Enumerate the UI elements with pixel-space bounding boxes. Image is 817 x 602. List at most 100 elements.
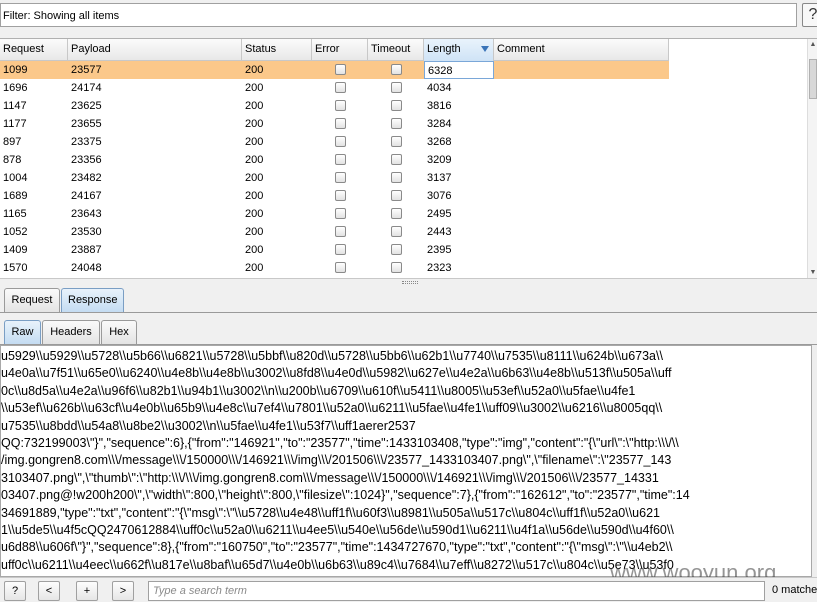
table-row[interactable]: 1165 23643 200 2495 — [0, 205, 669, 223]
filter-help-button[interactable]: ? — [802, 3, 817, 27]
cell-payload: 23530 — [71, 226, 102, 238]
timeout-checkbox[interactable] — [391, 118, 402, 129]
error-checkbox[interactable] — [335, 118, 346, 129]
cell-payload: 23356 — [71, 154, 102, 166]
editor-scrollbar[interactable] — [812, 345, 817, 577]
cell-request: 1696 — [3, 82, 28, 94]
cell-comment — [494, 151, 669, 169]
table-row[interactable]: 1570 24048 200 2323 — [0, 259, 669, 277]
search-input[interactable]: Type a search term — [148, 581, 765, 601]
cell-status: 200 — [245, 118, 264, 130]
error-checkbox[interactable] — [335, 136, 346, 147]
timeout-checkbox[interactable] — [391, 244, 402, 255]
table-row[interactable]: 1052 23530 200 2443 — [0, 223, 669, 241]
cell-length: 4034 — [427, 82, 452, 94]
table-row[interactable]: 878 23356 200 3209 — [0, 151, 669, 169]
cell-status: 200 — [245, 154, 264, 166]
timeout-checkbox[interactable] — [391, 262, 402, 273]
search-bar: ? < + > Type a search term 0 matches — [0, 577, 817, 602]
table-row[interactable]: 1696 24174 200 4034 — [0, 79, 669, 97]
cell-status: 200 — [245, 262, 264, 274]
tab-headers[interactable]: Headers — [42, 320, 100, 344]
error-checkbox[interactable] — [335, 226, 346, 237]
timeout-checkbox[interactable] — [391, 190, 402, 201]
cell-comment — [494, 79, 669, 97]
cell-request: 1689 — [3, 190, 28, 202]
column-header-status[interactable]: Status — [242, 39, 312, 61]
cell-comment — [494, 187, 669, 205]
error-checkbox[interactable] — [335, 244, 346, 255]
table-scrollbar[interactable]: ▲ ▼ — [807, 39, 817, 279]
tab-hex[interactable]: Hex — [101, 320, 137, 344]
timeout-checkbox[interactable] — [391, 136, 402, 147]
splitter-grip-icon[interactable] — [402, 281, 418, 284]
column-header-payload[interactable]: Payload — [68, 39, 242, 61]
cell-payload: 23643 — [71, 208, 102, 220]
cell-comment — [494, 169, 669, 187]
timeout-checkbox[interactable] — [391, 82, 402, 93]
cell-comment — [494, 205, 669, 223]
cell-payload: 23625 — [71, 100, 102, 112]
timeout-checkbox[interactable] — [391, 172, 402, 183]
cell-payload: 23375 — [71, 136, 102, 148]
raw-response-editor[interactable]: u5929\\u5929\\u5728\\u5b66\\u6821\\u5728… — [0, 345, 812, 577]
content-line: 0c\\u8d5a\\u4e2a\\u96f6\\u82b1\\u94b1\\u… — [1, 383, 636, 398]
table-row[interactable]: 1409 23887 200 2395 — [0, 241, 669, 259]
content-line: u4e0a\\u7f51\\u65e0\\u6240\\u4e8b\\u4e8b… — [1, 366, 672, 381]
cell-comment — [494, 133, 669, 151]
scroll-up-icon[interactable]: ▲ — [808, 39, 817, 51]
timeout-checkbox[interactable] — [391, 208, 402, 219]
tab-request[interactable]: Request — [4, 288, 60, 312]
pane-splitter[interactable] — [0, 278, 817, 286]
table-row[interactable]: 1689 24167 200 3076 — [0, 187, 669, 205]
table-row[interactable]: 1177 23655 200 3284 — [0, 115, 669, 133]
tab-response[interactable]: Response — [61, 288, 124, 312]
add-search-button[interactable]: + — [76, 581, 98, 601]
cell-comment — [494, 223, 669, 241]
timeout-checkbox[interactable] — [391, 64, 402, 75]
tab-raw[interactable]: Raw — [4, 320, 41, 344]
cell-payload: 24048 — [71, 262, 102, 274]
table-row[interactable]: 1147 23625 200 3816 — [0, 97, 669, 115]
column-header-length[interactable]: Length — [424, 39, 494, 61]
error-checkbox[interactable] — [335, 208, 346, 219]
cell-request: 1099 — [3, 64, 28, 76]
next-match-button[interactable]: > — [112, 581, 134, 601]
error-checkbox[interactable] — [335, 82, 346, 93]
cell-status: 200 — [245, 82, 264, 94]
cell-length: 3209 — [427, 154, 452, 166]
error-checkbox[interactable] — [335, 64, 346, 75]
cell-status: 200 — [245, 208, 264, 220]
cell-request: 1147 — [3, 100, 27, 112]
timeout-checkbox[interactable] — [391, 226, 402, 237]
column-header-error[interactable]: Error — [312, 39, 368, 61]
column-header-request[interactable]: Request — [0, 39, 68, 61]
cell-status: 200 — [245, 226, 264, 238]
error-checkbox[interactable] — [335, 100, 346, 111]
cell-comment — [494, 259, 669, 277]
search-help-button[interactable]: ? — [4, 581, 26, 601]
content-line: QQ:732199003\"}","sequence":6},{"from":"… — [1, 436, 679, 451]
cell-comment — [494, 241, 669, 259]
cell-request: 1177 — [3, 118, 27, 130]
timeout-checkbox[interactable] — [391, 100, 402, 111]
cell-status: 200 — [245, 172, 264, 184]
cell-comment — [494, 115, 669, 133]
table-header: Request Payload Status Error Timeout Len… — [0, 39, 669, 61]
cell-request: 878 — [3, 154, 22, 166]
filter-field[interactable]: Filter: Showing all items — [0, 3, 797, 27]
table-row[interactable]: 897 23375 200 3268 — [0, 133, 669, 151]
table-scrollbar-thumb[interactable] — [809, 59, 817, 99]
error-checkbox[interactable] — [335, 154, 346, 165]
table-row[interactable]: 1099 23577 200 6328 — [0, 61, 669, 79]
cell-request: 897 — [3, 136, 22, 148]
error-checkbox[interactable] — [335, 262, 346, 273]
cell-payload: 24167 — [71, 190, 102, 202]
column-header-comment[interactable]: Comment — [494, 39, 669, 61]
error-checkbox[interactable] — [335, 190, 346, 201]
timeout-checkbox[interactable] — [391, 154, 402, 165]
error-checkbox[interactable] — [335, 172, 346, 183]
column-header-timeout[interactable]: Timeout — [368, 39, 424, 61]
table-row[interactable]: 1004 23482 200 3137 — [0, 169, 669, 187]
previous-match-button[interactable]: < — [38, 581, 60, 601]
